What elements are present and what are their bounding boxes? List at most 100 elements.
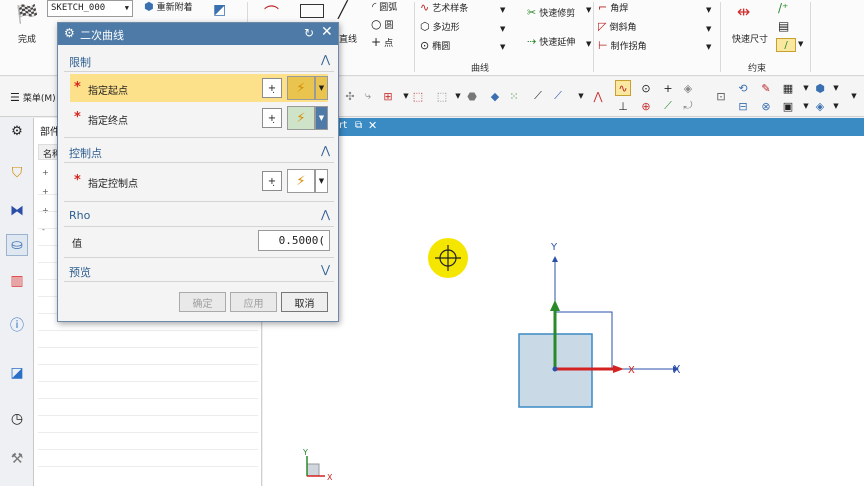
- apply-button[interactable]: 应用: [230, 292, 277, 312]
- chevron-down-icon[interactable]: ▼: [828, 98, 844, 114]
- rho-value-input[interactable]: 0.5000(: [258, 230, 330, 251]
- close-icon[interactable]: ✕: [321, 24, 333, 40]
- center-snap-icon[interactable]: ⊙: [638, 80, 654, 96]
- preview-section-header[interactable]: 预览 ⋁: [64, 261, 334, 281]
- profile-icon[interactable]: ⌒: [264, 2, 279, 23]
- quick-trim-button[interactable]: ✂ 快速修剪: [527, 6, 575, 19]
- table-row[interactable]: [38, 348, 258, 365]
- line-icon[interactable]: ╱: [338, 0, 348, 19]
- detach-icon[interactable]: ⧉: [355, 120, 362, 131]
- geometric-constraint-icon[interactable]: /⁺: [778, 1, 788, 15]
- point-button[interactable]: + 点: [371, 35, 393, 49]
- view-icon[interactable]: ▣: [780, 98, 796, 114]
- quick-dimension-button[interactable]: 快速尺寸: [732, 32, 768, 45]
- chevron-down-icon[interactable]: ▼: [500, 43, 505, 51]
- rectangle-icon[interactable]: [300, 4, 324, 18]
- lasso-icon[interactable]: ⬚: [434, 88, 450, 104]
- control-point-row[interactable]: * 指定控制点 +̣ ⚡ ▼: [70, 167, 328, 195]
- finish-button[interactable]: 完成: [18, 32, 36, 45]
- roles-icon[interactable]: ⚒: [6, 448, 28, 470]
- snap-icon[interactable]: ⤷: [360, 88, 376, 104]
- chevron-down-icon[interactable]: ▼: [573, 88, 589, 104]
- constraint-table-icon[interactable]: ▤: [778, 19, 789, 33]
- origin-point[interactable]: [552, 366, 558, 372]
- quadrant-snap-icon[interactable]: ⊕: [638, 98, 654, 114]
- limits-section-header[interactable]: 限制 ⋀: [64, 51, 334, 71]
- point-type-dropdown[interactable]: ▼: [315, 76, 328, 100]
- chevron-down-icon[interactable]: ▼: [828, 80, 844, 96]
- inferred-point-button[interactable]: ⚡: [287, 106, 315, 130]
- table-row[interactable]: [38, 416, 258, 433]
- constraint-navigator-icon[interactable]: ⧓: [6, 200, 28, 222]
- point-type-dropdown[interactable]: ▼: [315, 169, 328, 193]
- assembly-navigator-icon[interactable]: ⛉: [6, 162, 28, 184]
- part-navigator-icon[interactable]: ⛀: [6, 234, 28, 256]
- chevron-down-icon[interactable]: ▼: [706, 43, 711, 51]
- gear-icon[interactable]: ⚙: [6, 120, 28, 142]
- scatter-icon[interactable]: ⁙: [506, 88, 522, 104]
- sketch-canvas[interactable]: X Y X Y X: [263, 136, 864, 486]
- start-point-row[interactable]: * 指定起点 +̣ ⚡ ▼: [70, 74, 328, 102]
- box-select-icon[interactable]: ⬚: [410, 88, 426, 104]
- plus-snap-icon[interactable]: +: [660, 80, 676, 96]
- gear-icon[interactable]: ⚙: [64, 26, 75, 40]
- spline-point-icon[interactable]: ⋀: [590, 88, 606, 104]
- chevron-down-icon[interactable]: ▼: [586, 40, 591, 48]
- table-row[interactable]: [38, 450, 258, 467]
- table-row[interactable]: [38, 433, 258, 450]
- pan-icon[interactable]: ✎: [758, 80, 774, 96]
- line-button[interactable]: 直线: [339, 32, 357, 45]
- table-row[interactable]: [38, 331, 258, 348]
- web-browser-icon[interactable]: ◪: [6, 362, 28, 384]
- inferred-point-button[interactable]: ⚡: [287, 169, 315, 193]
- point-type-dropdown[interactable]: ▼: [315, 106, 328, 130]
- cancel-button[interactable]: 取消: [281, 292, 328, 312]
- curve-snap-icon[interactable]: ∿: [615, 80, 631, 96]
- point-dialog-button[interactable]: +̣: [262, 171, 282, 191]
- history-icon[interactable]: ◷: [6, 408, 28, 430]
- info-icon[interactable]: ⓘ: [6, 314, 28, 336]
- menu-button[interactable]: ☰ 菜单(M): [10, 91, 56, 104]
- add-point-icon[interactable]: ⊞: [380, 88, 396, 104]
- chevron-down-icon[interactable]: ▼: [586, 6, 591, 14]
- solid-icon[interactable]: ◆: [487, 88, 503, 104]
- reuse-library-icon[interactable]: ▥: [6, 270, 28, 292]
- inferred-point-button[interactable]: ⚡: [287, 76, 315, 100]
- corner-button[interactable]: ⌐ 角焊: [598, 1, 628, 14]
- chevron-down-icon[interactable]: ▼: [500, 6, 505, 14]
- fit-icon[interactable]: ⟲: [735, 80, 751, 96]
- quick-dimension-icon[interactable]: ⇹: [737, 2, 750, 21]
- camera-icon[interactable]: ⊡: [713, 88, 729, 104]
- auto-constraint-icon[interactable]: /: [776, 38, 796, 52]
- perpendicular-snap-icon[interactable]: ⊥: [615, 98, 631, 114]
- finish-flag-icon[interactable]: 🏁: [16, 4, 38, 25]
- chevron-down-icon[interactable]: ▼: [798, 40, 803, 48]
- rotate-view-icon[interactable]: ⊗: [758, 98, 774, 114]
- ellipse-button[interactable]: ⊙ 椭圆: [420, 39, 450, 52]
- tangent-snap-icon[interactable]: ⟋: [550, 88, 566, 104]
- polygon-button[interactable]: ⬡ 多边形: [420, 20, 460, 33]
- art-spline-button[interactable]: ∿ 艺术样条: [420, 1, 468, 14]
- ok-button[interactable]: 确定: [179, 292, 226, 312]
- table-row[interactable]: [38, 399, 258, 416]
- rotate-snap-icon[interactable]: ⤾: [680, 98, 696, 114]
- rho-section-header[interactable]: Rho ⋀: [64, 206, 334, 226]
- dialog-title-bar[interactable]: ⚙ 二次曲线 ↻ ✕: [58, 23, 338, 45]
- sketch-name-select[interactable]: SKETCH_000 ▼: [47, 0, 133, 17]
- eraser-icon[interactable]: ◈: [680, 80, 696, 96]
- cube-icon[interactable]: ⬣: [464, 88, 480, 104]
- reset-icon[interactable]: ↻: [304, 26, 314, 40]
- control-point-section-header[interactable]: 控制点 ⋀: [64, 142, 334, 162]
- reattach-button[interactable]: ⬢ 重新附着: [144, 0, 193, 13]
- chevron-down-icon[interactable]: ▼: [500, 25, 505, 33]
- table-row[interactable]: [38, 382, 258, 399]
- make-corner-button[interactable]: ⊢ 制作拐角: [598, 39, 647, 52]
- midpoint-snap-icon[interactable]: ⟋: [660, 98, 676, 114]
- chevron-down-icon[interactable]: ▼: [706, 6, 711, 14]
- zoom-icon[interactable]: ⊟: [735, 98, 751, 114]
- close-icon[interactable]: ✕: [368, 119, 377, 132]
- table-row[interactable]: [38, 365, 258, 382]
- end-point-row[interactable]: * 指定终点 +̣ ⚡ ▼: [70, 104, 328, 132]
- circle-button[interactable]: ○ 圆: [371, 17, 394, 31]
- chamfer-button[interactable]: ◸ 倒斜角: [598, 20, 636, 33]
